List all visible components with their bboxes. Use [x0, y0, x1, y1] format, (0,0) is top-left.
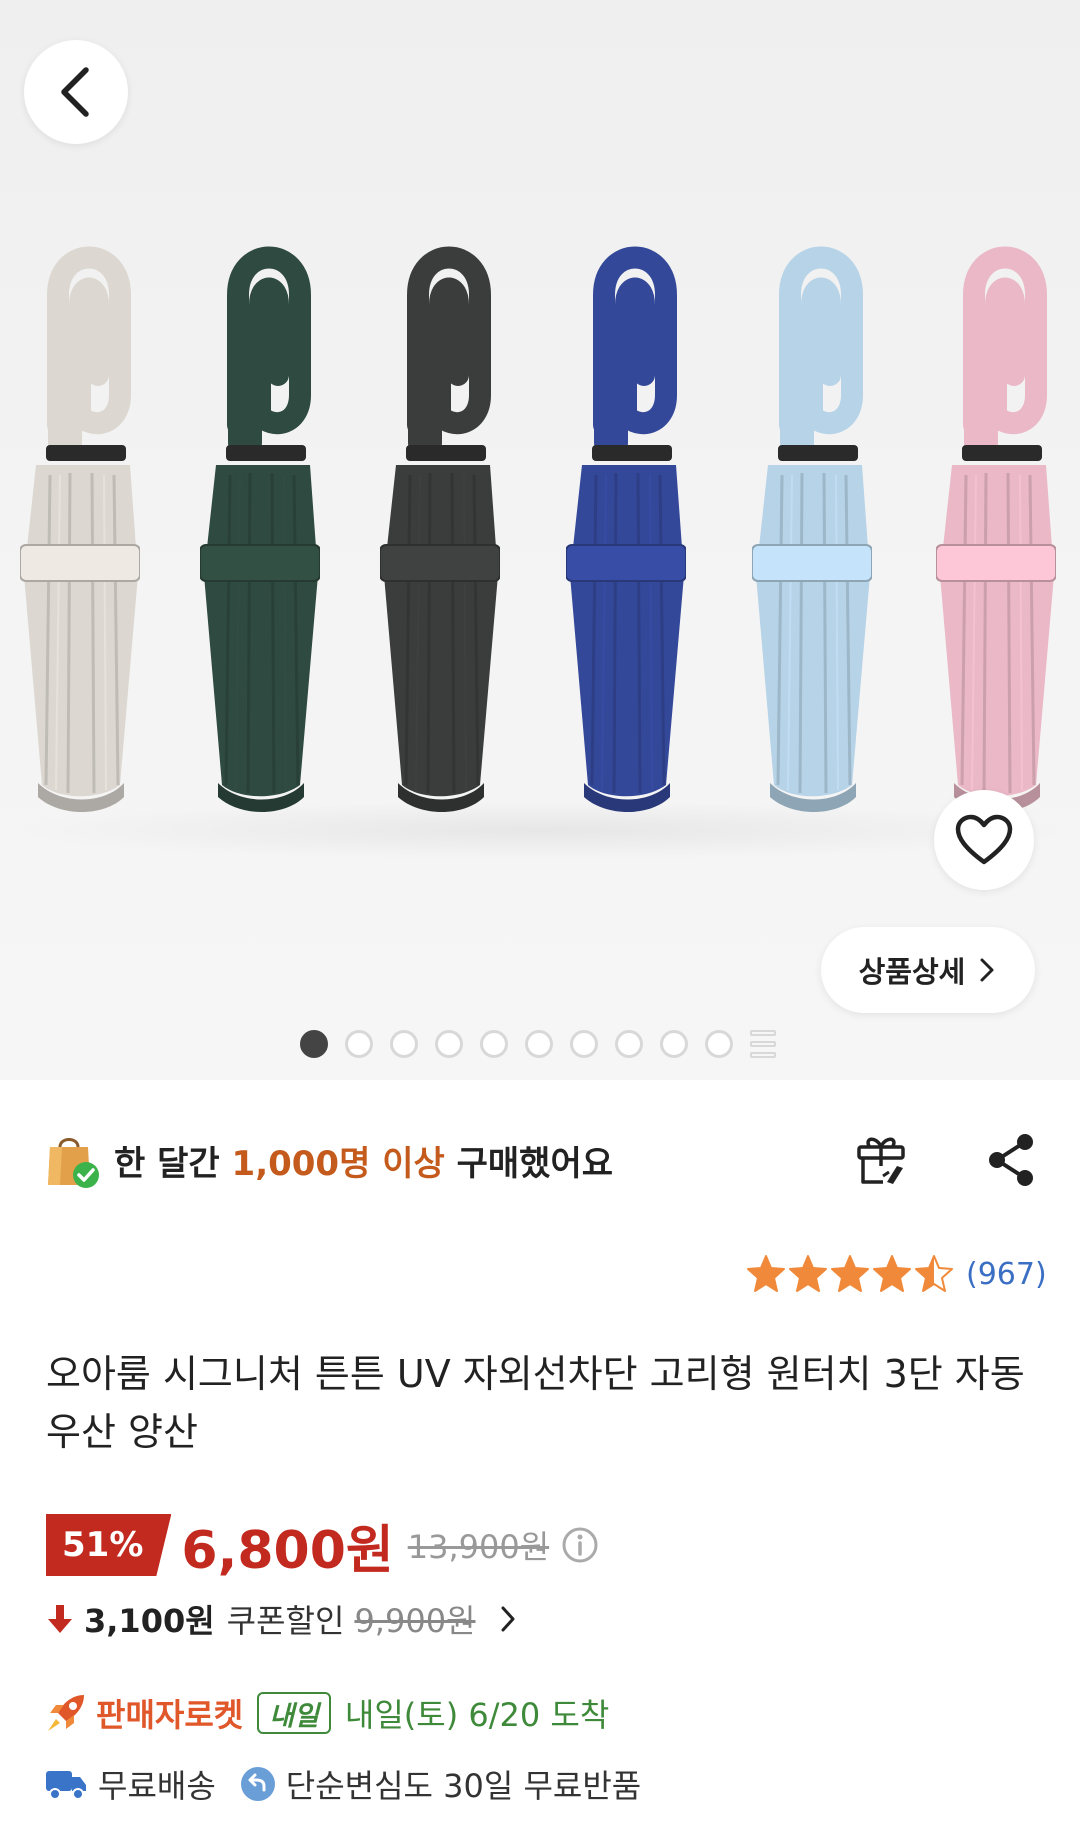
star-icon: [873, 1255, 911, 1292]
product-detail-button[interactable]: 상품상세: [821, 927, 1035, 1013]
discount-badge: 51%: [46, 1514, 172, 1576]
umbrella-6: [936, 245, 1056, 825]
arrow-down-icon: [48, 1605, 72, 1633]
coupon-label: 쿠폰할인: [226, 1602, 345, 1640]
star-icon: [789, 1255, 827, 1292]
truck-icon: [46, 1771, 86, 1800]
carousel-indicator[interactable]: [300, 1030, 776, 1058]
product-detail-label: 상품상세: [858, 955, 966, 989]
chevron-right-icon: [501, 1606, 514, 1632]
umbrella-4: [566, 245, 686, 825]
purchase-highlight: 1,000명 이상: [231, 1143, 445, 1184]
review-count[interactable]: (967): [966, 1257, 1047, 1292]
heart-icon: [955, 814, 1013, 865]
free-return-text: 단순변심도 30일 무료반품: [285, 1767, 642, 1805]
umbrella-1: [20, 245, 140, 825]
carousel-dot-5[interactable]: [480, 1030, 508, 1058]
carousel-dot-7[interactable]: [570, 1030, 598, 1058]
carousel-dot-6[interactable]: [525, 1030, 553, 1058]
star-icon: [831, 1255, 869, 1292]
share-icon: [989, 1134, 1033, 1186]
star-rating: [746, 1254, 954, 1294]
carousel-grid-icon[interactable]: [750, 1030, 776, 1058]
free-shipping-text: 무료배송: [98, 1767, 216, 1805]
carousel-dot-4[interactable]: [435, 1030, 463, 1058]
floor-shadow: [0, 800, 1080, 860]
shopping-bag-check-icon: [48, 1138, 99, 1188]
purchase-prefix: 한 달간: [114, 1143, 220, 1184]
coupon-original-price: 9,900원: [354, 1602, 476, 1640]
gift-button[interactable]: [846, 1125, 916, 1195]
wishlist-button[interactable]: [934, 790, 1034, 890]
info-icon[interactable]: [561, 1526, 599, 1564]
carousel-dot-2[interactable]: [345, 1030, 373, 1058]
purchase-count-text: 한 달간 1,000명 이상 구매했어요: [114, 1136, 613, 1185]
umbrella-3: [380, 245, 500, 825]
coupon-discount-row[interactable]: 3,100원 쿠폰할인 9,900원: [46, 1592, 518, 1646]
seller-rocket-label: 판매자로켓: [96, 1696, 244, 1734]
carousel-dot-3[interactable]: [390, 1030, 418, 1058]
product-image-carousel[interactable]: 상품상세: [0, 0, 1080, 1080]
purchase-count-banner: 한 달간 1,000명 이상 구매했어요: [46, 1125, 1036, 1195]
arrival-date: 내일(토) 6/20 도착: [344, 1696, 610, 1734]
star-icon: [747, 1255, 785, 1292]
purchase-suffix: 구매했어요: [456, 1143, 614, 1184]
star-icon: [915, 1255, 953, 1292]
shipping-return-row: 무료배송 단순변심도 30일 무료반품: [44, 1758, 641, 1810]
delivery-row: 판매자로켓 내일 내일(토) 6/20 도착: [44, 1685, 609, 1741]
umbrella-5: [752, 245, 872, 825]
carousel-dot-1[interactable]: [300, 1030, 328, 1058]
original-price: 13,900원: [407, 1528, 550, 1566]
back-button[interactable]: [24, 40, 128, 144]
gift-icon: [857, 1137, 905, 1184]
carousel-dot-10[interactable]: [705, 1030, 733, 1058]
rocket-icon: [48, 1695, 84, 1731]
coupon-amount: 3,100원: [84, 1602, 215, 1640]
chevron-left-icon: [61, 67, 89, 117]
tomorrow-badge: 내일: [257, 1692, 331, 1734]
chevron-right-icon: [980, 958, 994, 982]
return-icon: [240, 1767, 275, 1801]
carousel-dot-9[interactable]: [660, 1030, 688, 1058]
umbrella-2: [200, 245, 320, 825]
share-button[interactable]: [976, 1125, 1046, 1195]
rating-summary[interactable]: (967): [746, 1254, 1047, 1294]
carousel-dot-8[interactable]: [615, 1030, 643, 1058]
price-row: 51% 6,800원 13,900원: [46, 1512, 599, 1581]
product-title: 오아룸 시그니처 튼튼 UV 자외선차단 고리형 원터치 3단 자동 우산 양산: [46, 1352, 1025, 1454]
sale-price: 6,800원: [181, 1520, 394, 1581]
